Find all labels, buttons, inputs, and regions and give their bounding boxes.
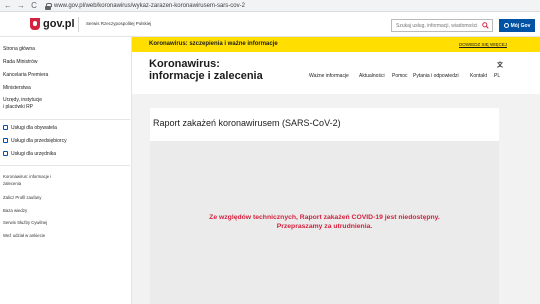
user-icon xyxy=(503,23,509,28)
nav-help[interactable]: Pomoc xyxy=(392,73,408,79)
briefcase-icon xyxy=(3,138,8,143)
sidebar-item-knowledge-base[interactable]: Baza wiedzy xyxy=(3,207,27,214)
sidebar-item-institutions-line1[interactable]: Urzędy, instytucje xyxy=(3,97,42,104)
back-arrow-icon[interactable]: ← xyxy=(3,1,13,11)
sidebar-divider xyxy=(0,119,130,120)
lock-icon xyxy=(45,2,52,10)
sidebar: Strona główna Rada Ministrów Kancelaria … xyxy=(0,37,132,304)
alert-learn-more-link[interactable]: DOWIEDZ SIĘ WIĘCEJ xyxy=(459,42,507,47)
sidebar-item-survey[interactable]: Weź udział w ankiecie xyxy=(3,232,45,239)
browser-toolbar: ← → C www.gov.pl/web/koronawirus/wykaz-z… xyxy=(0,0,540,12)
translate-icon[interactable]: 文 xyxy=(497,60,503,69)
sidebar-item-business-services[interactable]: Usługi dla przedsiębiorcy xyxy=(3,138,67,145)
person-icon xyxy=(3,125,8,130)
forward-arrow-icon[interactable]: → xyxy=(16,1,26,11)
report-unavailable-message: Ze względów technicznych, Raport zakażeń… xyxy=(150,213,499,231)
header-subtitle: Serwis Rzeczypospolitej Polskiej xyxy=(86,21,152,26)
sidebar-item-civil-service[interactable]: Serwis Służby Cywilnej xyxy=(3,219,47,226)
sidebar-item-ministries[interactable]: Ministerstwa xyxy=(3,85,31,92)
nav-important-info[interactable]: Ważne informacje xyxy=(309,73,349,79)
report-message-line1: Ze względów technicznych, Raport zakażeń… xyxy=(209,214,440,221)
sidebar-item-chancellery[interactable]: Kancelaria Premiera xyxy=(3,72,48,79)
sidebar-item-institutions-line2[interactable]: i placówki RP xyxy=(3,104,33,111)
sidebar-item-coronavirus-line2[interactable]: zalecenia xyxy=(3,180,21,187)
site-header: gov.pl Serwis Rzeczypospolitej Polskiej … xyxy=(0,12,540,37)
nav-language[interactable]: PL xyxy=(494,73,500,79)
page-header: Koronawirus: informacje i zalecenia 文 Wa… xyxy=(132,52,540,94)
search-box xyxy=(391,19,493,32)
address-bar[interactable]: www.gov.pl/web/koronawirus/wykaz-zarazen… xyxy=(54,3,245,9)
alert-banner: Koronawirus: szczepienia i ważne informa… xyxy=(132,37,540,52)
business-services-label: Usługi dla przedsiębiorcy xyxy=(11,138,67,144)
search-icon[interactable] xyxy=(482,22,489,29)
nav-contact[interactable]: Kontakt xyxy=(470,73,487,79)
page-title: Koronawirus: informacje i zalecenia xyxy=(149,58,263,82)
folder-icon xyxy=(3,151,8,156)
report-message-line2: Przepraszamy za utrudnienia. xyxy=(276,223,373,230)
sidebar-item-coronavirus-line1[interactable]: Koronawirus: informacje i xyxy=(3,173,51,180)
nav-news[interactable]: Aktualności xyxy=(359,73,385,79)
sidebar-item-home[interactable]: Strona główna xyxy=(3,46,35,53)
moj-gov-button[interactable]: Mój Gov xyxy=(499,19,535,32)
gov-logo[interactable]: gov.pl xyxy=(43,18,75,30)
sidebar-item-trusted-profile[interactable]: Zalicz Profil zaufany xyxy=(3,194,41,201)
official-services-label: Usługi dla urzędnika xyxy=(11,151,57,157)
sidebar-item-official-services[interactable]: Usługi dla urzędnika xyxy=(3,151,56,158)
reload-icon[interactable]: C xyxy=(29,1,39,11)
sidebar-item-council[interactable]: Rada Ministrów xyxy=(3,59,37,66)
report-card: Raport zakażeń koronawirusem (SARS-CoV-2… xyxy=(150,108,499,304)
report-title: Raport zakażeń koronawirusem (SARS-CoV-2… xyxy=(153,118,341,128)
alert-text: Koronawirus: szczepienia i ważne informa… xyxy=(149,41,278,47)
emblem-icon xyxy=(30,18,40,30)
moj-gov-label: Mój Gov xyxy=(510,22,531,29)
sidebar-divider xyxy=(0,165,130,166)
nav-faq[interactable]: Pytania i odpowiedzi xyxy=(413,73,459,79)
header-divider xyxy=(78,17,79,32)
citizen-services-label: Usługi dla obywatela xyxy=(11,125,57,131)
sidebar-item-citizen-services[interactable]: Usługi dla obywatela xyxy=(3,125,57,132)
search-input[interactable] xyxy=(392,20,480,31)
